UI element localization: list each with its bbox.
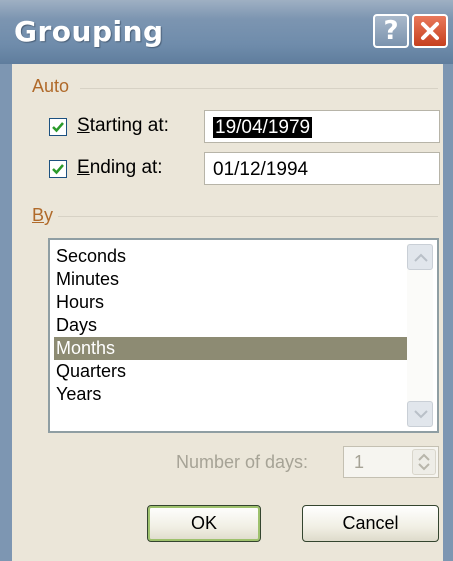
grouping-dialog: Grouping ? Auto Starting at: 19/04/1979 …: [0, 0, 453, 561]
starting-at-checkbox[interactable]: [49, 118, 67, 136]
by-label-text: y: [44, 205, 54, 225]
by-group-label: By: [32, 205, 53, 226]
ending-at-checkbox[interactable]: [49, 160, 67, 178]
starting-at-label: Starting at:: [77, 115, 169, 137]
close-icon: [421, 22, 439, 40]
scroll-down-button[interactable]: [407, 401, 433, 427]
checkmark-icon: [52, 122, 64, 133]
ending-at-value: 01/12/1994: [213, 159, 309, 180]
by-group-divider: [58, 216, 438, 217]
list-scrollbar[interactable]: [407, 244, 433, 427]
close-button[interactable]: [412, 14, 448, 48]
list-item-minutes[interactable]: Minutes: [54, 268, 408, 291]
starting-at-accesskey: S: [77, 115, 90, 136]
number-of-days-spinner[interactable]: 1: [343, 446, 439, 478]
by-listbox[interactable]: Seconds Minutes Hours Days Months Quarte…: [48, 238, 439, 433]
list-item-quarters[interactable]: Quarters: [54, 360, 408, 383]
checkmark-icon: [52, 164, 64, 175]
list-item-months[interactable]: Months: [54, 337, 408, 360]
auto-group-divider: [80, 88, 438, 89]
ok-button[interactable]: OK: [147, 505, 261, 542]
spinner-up-down-icon: [418, 453, 430, 471]
window-frame-left: [0, 64, 12, 561]
chevron-up-icon: [414, 253, 428, 262]
cancel-button[interactable]: Cancel: [302, 505, 439, 542]
help-button[interactable]: ?: [373, 14, 409, 48]
ending-at-input[interactable]: 01/12/1994: [204, 152, 440, 185]
window-frame-right: [443, 64, 453, 561]
number-of-days-label: Number of days:: [176, 452, 309, 472]
auto-group-label: Auto: [32, 76, 70, 96]
number-of-days-value: 1: [354, 452, 365, 472]
scroll-up-button[interactable]: [407, 244, 433, 270]
starting-at-input[interactable]: 19/04/1979: [204, 110, 440, 143]
ending-at-accesskey: E: [77, 157, 90, 178]
ending-at-label: Ending at:: [77, 157, 163, 179]
chevron-down-icon: [414, 410, 428, 419]
starting-at-label-text: tarting at:: [89, 115, 169, 136]
list-item-seconds[interactable]: Seconds: [54, 245, 408, 268]
list-item-years[interactable]: Years: [54, 383, 408, 406]
title-bar[interactable]: Grouping ?: [0, 0, 453, 64]
list-item-days[interactable]: Days: [54, 314, 408, 337]
by-accesskey: B: [32, 205, 45, 225]
starting-at-value: 19/04/1979: [213, 117, 313, 138]
help-icon: ?: [383, 16, 399, 46]
ending-at-label-text: nding at:: [89, 157, 163, 178]
dialog-title: Grouping: [14, 15, 164, 48]
list-item-hours[interactable]: Hours: [54, 291, 408, 314]
spinner-arrows[interactable]: [412, 449, 436, 475]
